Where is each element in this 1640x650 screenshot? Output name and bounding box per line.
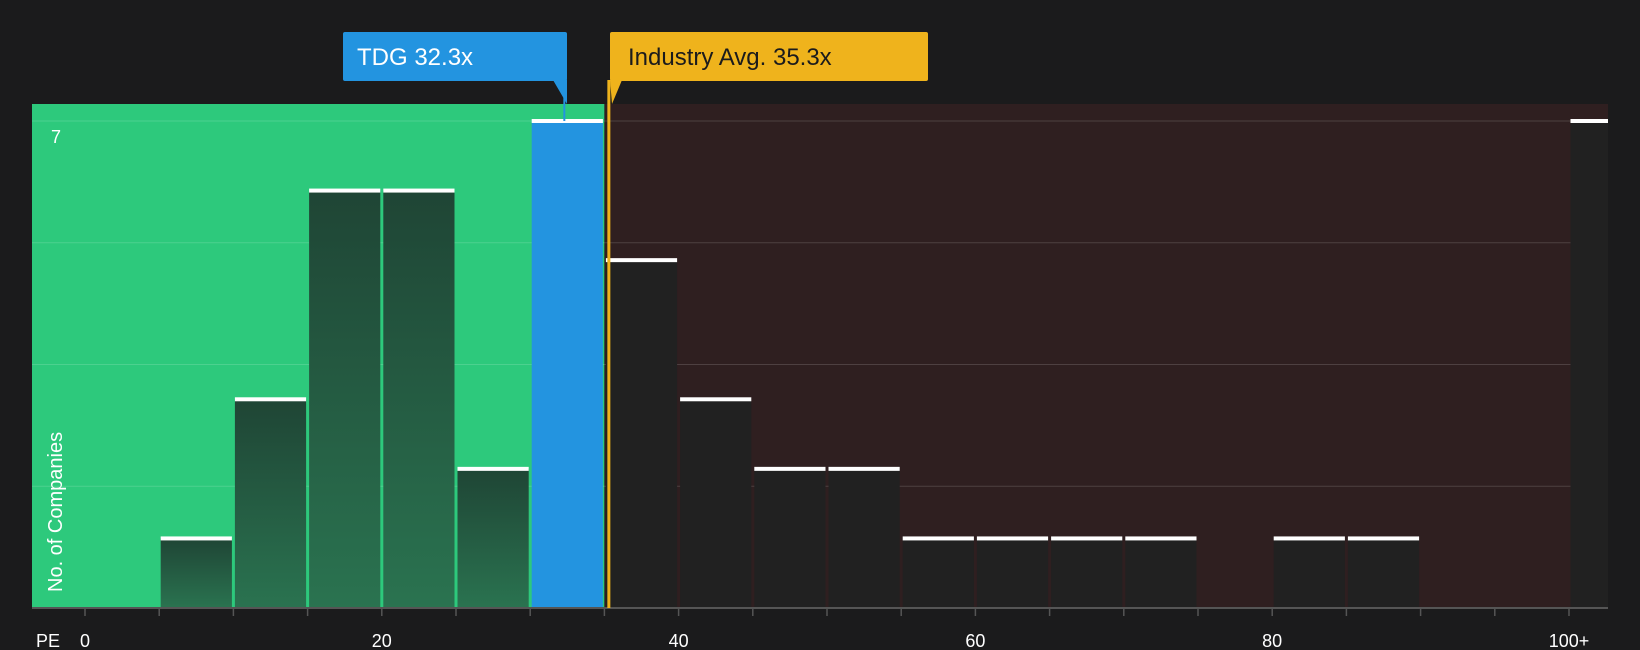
industry-callout-pointer [610,80,622,104]
histogram-bar [1347,538,1420,608]
histogram-bar [754,468,826,608]
x-axis: 0 20 40 60 80 100+ [32,607,1608,650]
bar-cap [234,397,307,402]
bar-cap [457,466,529,471]
bar-cap [680,397,752,402]
bar-cap [976,536,1049,541]
histogram-bar [902,538,974,608]
histogram-bar [605,260,678,608]
histogram-bar [309,190,381,609]
histogram-bar [531,121,603,608]
histogram-bar [1051,538,1123,608]
bar-cap [1570,119,1608,123]
x-axis-label: PE [36,631,60,650]
histogram-bar [828,468,900,608]
bar-cap [309,188,381,193]
bar-cap [754,466,826,471]
y-axis-max-label: 7 [51,127,61,147]
bar-cap [383,188,455,193]
industry-callout-label: Industry Avg. 35.3x [628,44,832,71]
bar-cap [1125,536,1197,541]
bar-cap [828,466,900,471]
company-callout-label: TDG 32.3x [357,44,473,71]
x-tick-label: 100+ [1549,631,1590,650]
histogram-bar [457,468,529,608]
bar-cap [1051,536,1123,541]
x-tick-label: 20 [372,631,392,650]
y-axis-label: No. of Companies [45,432,67,592]
bar-cap [160,536,232,541]
bar-cap [902,536,974,541]
bar-cap [1347,536,1420,541]
industry-average-line [607,80,611,608]
x-tick-label: 0 [80,631,90,650]
x-tick-label: 80 [1262,631,1282,650]
histogram-bar [383,190,455,609]
histogram-bar [1125,538,1197,608]
histogram-bar [160,538,232,608]
histogram-bar [1570,121,1608,608]
bar-cap [531,119,603,123]
bar-cap [605,258,678,263]
histogram-bar [680,399,752,608]
pe-distribution-chart: 0 20 40 60 80 100+ TDG 32.3x Industry Avg. 35.… [32,32,1608,650]
x-tick-label: 60 [965,631,985,650]
histogram-bar [1273,538,1345,608]
histogram-bar [234,399,307,608]
x-tick-label: 40 [669,631,689,650]
histogram-bar [976,538,1049,608]
bar-cap [1273,536,1345,541]
